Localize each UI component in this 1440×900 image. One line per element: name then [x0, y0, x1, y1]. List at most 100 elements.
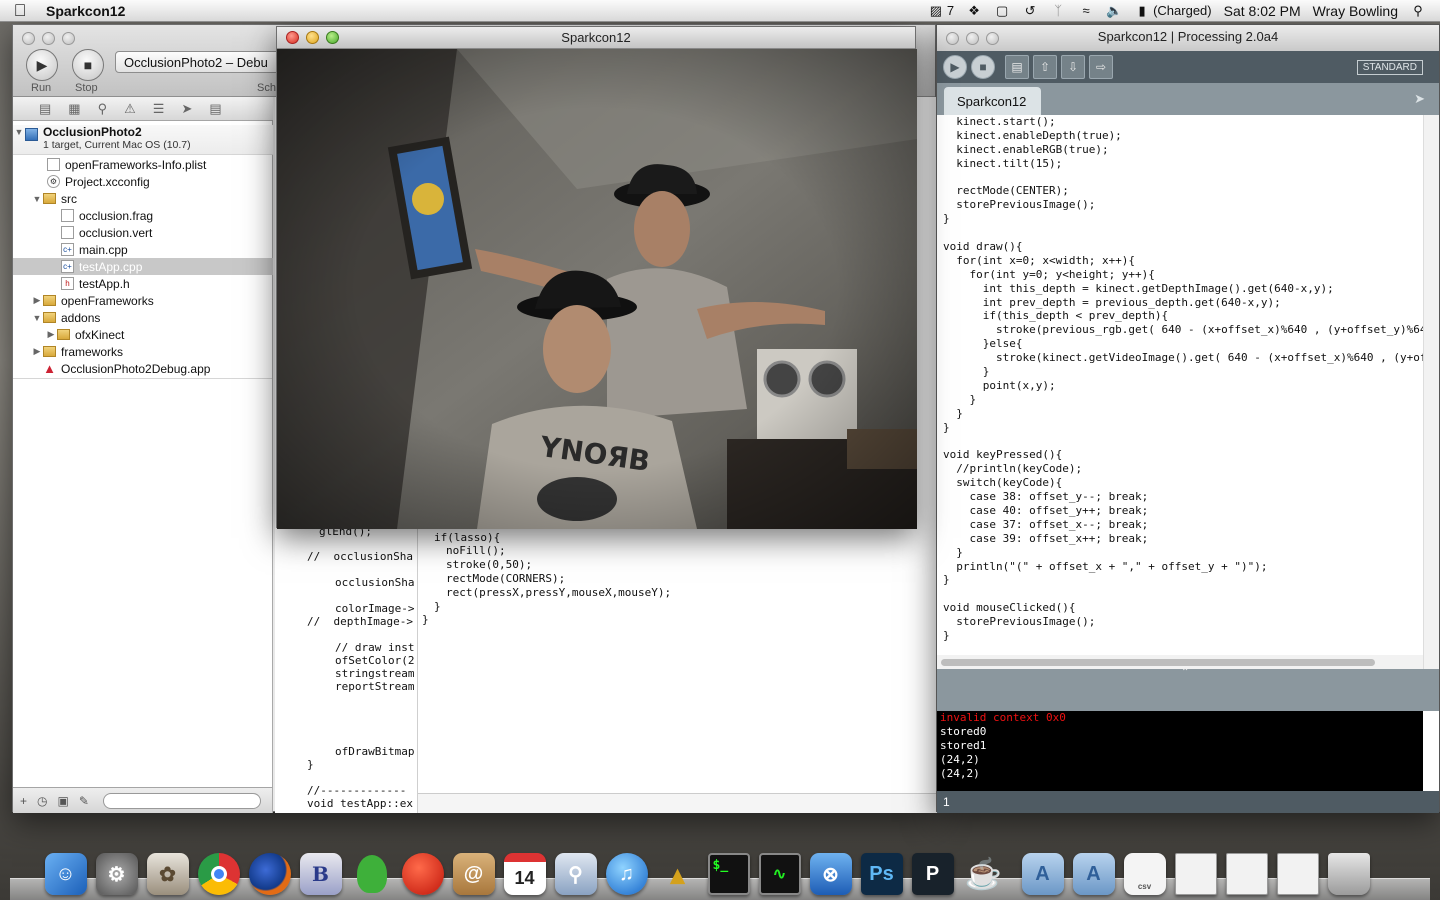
- code-line: kinect.start();: [943, 115, 1056, 128]
- save-sketch-button[interactable]: ⇩: [1061, 55, 1085, 79]
- kinect-camera-canvas[interactable]: YNOЯB: [277, 49, 917, 529]
- sketch-tab[interactable]: Sparkcon12: [944, 87, 1041, 115]
- volume-icon[interactable]: 🔈: [1106, 3, 1122, 18]
- camera-frame-image: YNOЯB: [277, 49, 917, 529]
- dock-item[interactable]: ∿: [754, 848, 805, 900]
- file-row[interactable]: ⚙ Project.xcconfig: [13, 173, 273, 190]
- run-sketch-button[interactable]: ▶: [943, 55, 967, 79]
- clock[interactable]: Sat 8:02 PM: [1224, 3, 1301, 19]
- recent-files-icon[interactable]: ◷: [37, 794, 47, 808]
- dock-item[interactable]: csv: [1119, 848, 1170, 900]
- spotlight-icon[interactable]: ⚲: [1410, 3, 1426, 18]
- log-navigator-icon[interactable]: ▤: [209, 101, 221, 117]
- file-row[interactable]: openFrameworks-Info.plist: [13, 156, 273, 173]
- scheme-popup[interactable]: OcclusionPhoto2 – Debu: [115, 51, 295, 73]
- symbol-navigator-icon[interactable]: ▦: [68, 101, 80, 117]
- disclosure-open-icon[interactable]: ▼: [13, 127, 25, 137]
- project-root-row[interactable]: ▼ OcclusionPhoto2 1 target, Current Mac …: [13, 125, 273, 155]
- dock-item[interactable]: A: [1017, 848, 1068, 900]
- processing-code-editor[interactable]: kinect.start(); kinect.enableDepth(true)…: [941, 115, 1423, 677]
- file-row[interactable]: c+ main.cpp: [13, 241, 273, 258]
- dock-item[interactable]: ▴: [652, 848, 703, 900]
- collapse-arrow-icon[interactable]: ⌃: [1181, 667, 1189, 678]
- dock-item[interactable]: A: [1068, 848, 1119, 900]
- folder-row[interactable]: ▼ src: [13, 190, 273, 207]
- tab-menu-arrow-icon[interactable]: ➤: [1414, 91, 1425, 107]
- folder-row[interactable]: ▶ ofxKinect: [13, 326, 273, 343]
- bluetooth-icon[interactable]: ᛉ: [1050, 3, 1066, 18]
- code-line: }: [307, 758, 314, 771]
- run-button[interactable]: ▶: [26, 49, 58, 81]
- stop-button[interactable]: ■: [72, 49, 104, 81]
- file-row[interactable]: occlusion.frag: [13, 207, 273, 224]
- folder-row[interactable]: ▶ frameworks: [13, 343, 273, 360]
- close-button[interactable]: [22, 32, 35, 45]
- scrollbar-thumb[interactable]: [941, 659, 1375, 666]
- tomato-icon: [401, 853, 444, 895]
- dock-item[interactable]: ⊗: [805, 848, 856, 900]
- folder-row[interactable]: ▼ addons: [13, 309, 273, 326]
- dock-item[interactable]: [397, 848, 448, 900]
- add-icon[interactable]: +: [20, 794, 27, 808]
- export-sketch-button[interactable]: ⇨: [1089, 55, 1113, 79]
- issue-navigator-icon[interactable]: ⚠: [124, 101, 136, 117]
- search-navigator-icon[interactable]: ⚲: [98, 101, 108, 117]
- zoom-button[interactable]: [62, 32, 75, 45]
- open-sketch-button[interactable]: ⇧: [1033, 55, 1057, 79]
- disclosure-open-icon[interactable]: ▼: [31, 313, 43, 323]
- disclosure-open-icon[interactable]: ▼: [31, 194, 43, 204]
- filter-search-field[interactable]: [102, 792, 261, 809]
- scm-filter-icon[interactable]: ▣: [58, 794, 69, 808]
- code-line: for(int y=0; y<height; y++){: [943, 267, 1155, 281]
- dock-item[interactable]: ⚙: [91, 848, 142, 900]
- dock-item[interactable]: 14: [499, 848, 550, 900]
- folder-row[interactable]: ▶ openFrameworks: [13, 292, 273, 309]
- apple-menu-icon[interactable]: : [0, 1, 40, 21]
- file-row[interactable]: ▲ OcclusionPhoto2Debug.app: [13, 360, 273, 377]
- dock-item[interactable]: ☺: [40, 848, 91, 900]
- file-row[interactable]: occlusion.vert: [13, 224, 273, 241]
- app-menu-name[interactable]: Sparkcon12: [46, 3, 125, 19]
- dropbox-icon[interactable]: ❖: [966, 3, 982, 18]
- disclosure-closed-icon[interactable]: ▶: [31, 346, 43, 357]
- console-line: stored1: [940, 739, 987, 752]
- adobe-updater-item[interactable]: ▨ 7: [928, 3, 954, 18]
- dock-item[interactable]: B: [295, 848, 346, 900]
- dock-item[interactable]: ✿: [142, 848, 193, 900]
- window-icon[interactable]: ▢: [994, 3, 1010, 18]
- dock-item[interactable]: $_: [703, 848, 754, 900]
- stop-sketch-button[interactable]: ■: [971, 55, 995, 79]
- disclosure-closed-icon[interactable]: ▶: [31, 295, 43, 306]
- horizontal-scrollbar[interactable]: [937, 655, 1423, 669]
- dock-item[interactable]: @: [448, 848, 499, 900]
- user-name[interactable]: Wray Bowling: [1313, 3, 1398, 19]
- dock-item[interactable]: [1170, 848, 1221, 900]
- dock-item[interactable]: ⚲: [550, 848, 601, 900]
- dock-item[interactable]: ☕: [958, 848, 1009, 900]
- dock-item[interactable]: Ps: [856, 848, 907, 900]
- vertical-scrollbar[interactable]: [1423, 115, 1439, 677]
- new-sketch-button[interactable]: ▤: [1005, 55, 1029, 79]
- console-divider[interactable]: ⌃: [937, 667, 1439, 711]
- dock-item[interactable]: [1323, 848, 1374, 900]
- unsaved-filter-icon[interactable]: ✎: [79, 794, 89, 808]
- minimize-button[interactable]: [42, 32, 55, 45]
- wifi-icon[interactable]: ≈: [1078, 3, 1094, 18]
- time-machine-icon[interactable]: ↺: [1022, 3, 1038, 18]
- dock-item[interactable]: ♫: [601, 848, 652, 900]
- battery-item[interactable]: ▮ (Charged): [1134, 3, 1212, 18]
- editor-split-pane[interactable]: if(lasso){ noFill(); stroke(0,50); rectM…: [417, 525, 938, 813]
- project-navigator-icon[interactable]: ▤: [39, 101, 51, 117]
- breakpoint-navigator-icon[interactable]: ➤: [181, 101, 192, 117]
- dock-item[interactable]: P: [907, 848, 958, 900]
- dock-item[interactable]: [1272, 848, 1323, 900]
- file-row-selected[interactable]: c+ testApp.cpp: [13, 258, 273, 275]
- disclosure-closed-icon[interactable]: ▶: [45, 329, 57, 340]
- dock-item[interactable]: [244, 848, 295, 900]
- mode-selector[interactable]: STANDARD: [1356, 59, 1423, 75]
- file-row[interactable]: h testApp.h: [13, 275, 273, 292]
- debug-navigator-icon[interactable]: ☰: [153, 101, 165, 117]
- dock-item[interactable]: [346, 848, 397, 900]
- dock-item[interactable]: [1221, 848, 1272, 900]
- dock-item[interactable]: [193, 848, 244, 900]
